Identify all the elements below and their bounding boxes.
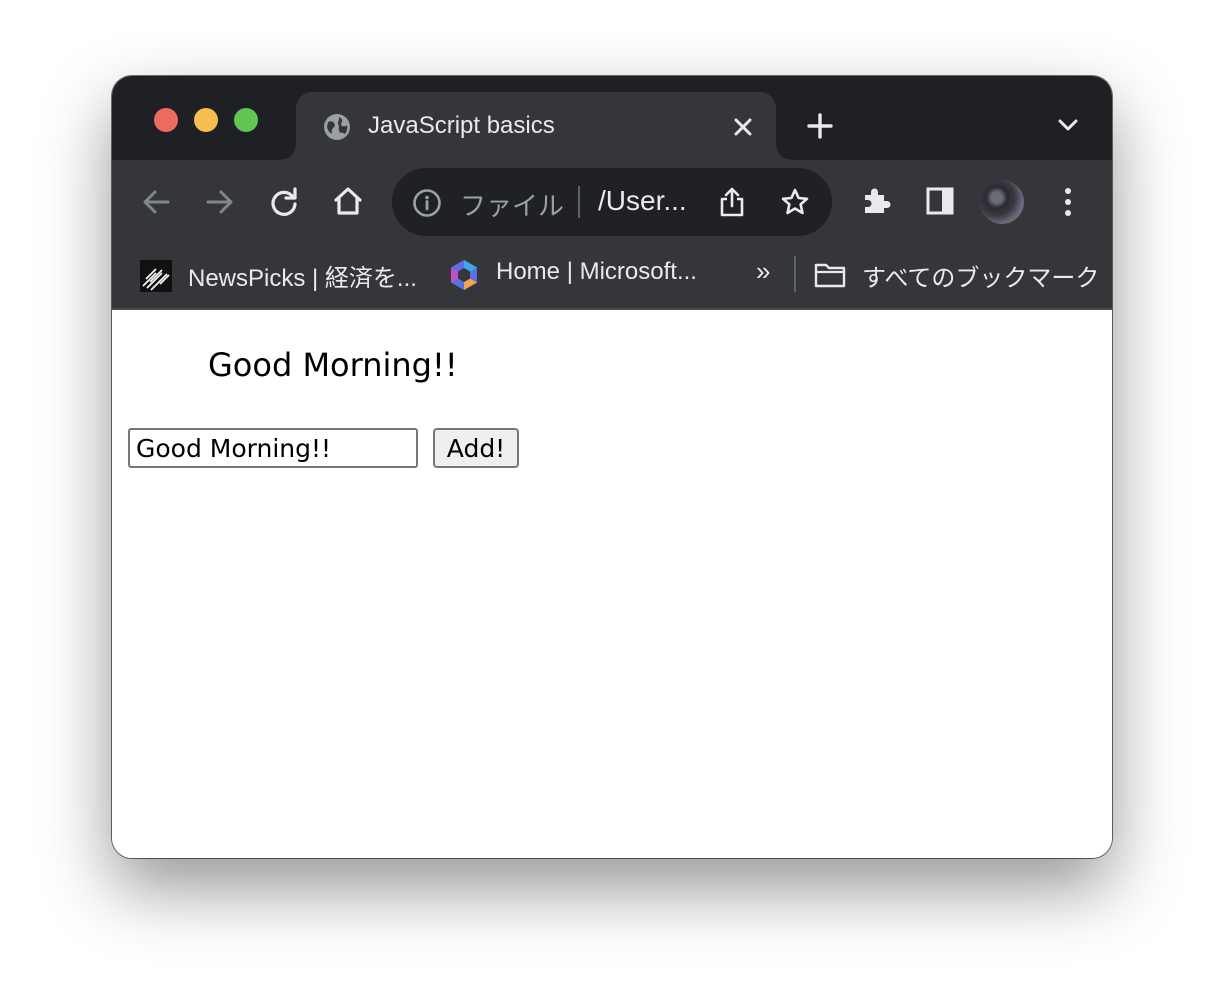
newspicks-favicon bbox=[140, 260, 172, 292]
minimize-window-button[interactable] bbox=[194, 108, 218, 132]
url-text[interactable]: /User... bbox=[598, 185, 687, 217]
zoom-window-button[interactable] bbox=[234, 108, 258, 132]
info-icon[interactable] bbox=[412, 188, 442, 218]
toolbar: ファイル /User... bbox=[112, 160, 1112, 244]
greeting-text: Good Morning!! bbox=[208, 346, 458, 384]
all-bookmarks-label: すべてのブックマーク bbox=[862, 265, 1100, 292]
share-icon[interactable] bbox=[718, 186, 746, 218]
folder-icon bbox=[814, 263, 846, 288]
bookmarks-divider bbox=[794, 256, 796, 292]
home-icon[interactable] bbox=[332, 185, 364, 217]
chevron-down-icon[interactable] bbox=[1056, 116, 1080, 134]
microsoft365-favicon bbox=[451, 260, 477, 290]
bookmark-star-icon[interactable] bbox=[780, 187, 810, 217]
omnibox-divider bbox=[578, 186, 580, 218]
profile-avatar[interactable] bbox=[980, 180, 1024, 224]
bookmark-label: Home | Microsoft... bbox=[496, 258, 697, 285]
reload-icon[interactable] bbox=[268, 186, 300, 218]
close-tab-icon[interactable] bbox=[732, 116, 754, 138]
bookmarks-bar: NewsPicks | 経済を... Home | Microsoft... »… bbox=[112, 244, 1112, 310]
address-bar[interactable]: ファイル /User... bbox=[392, 168, 832, 236]
new-tab-icon[interactable] bbox=[806, 112, 834, 140]
globe-icon bbox=[324, 114, 350, 140]
side-panel-icon[interactable] bbox=[924, 185, 956, 217]
extensions-puzzle-icon[interactable] bbox=[860, 184, 892, 216]
tab-javascript-basics[interactable]: JavaScript basics bbox=[280, 92, 792, 160]
bookmark-label: NewsPicks | 経済を... bbox=[188, 265, 417, 292]
bookmarks-overflow-button[interactable]: » bbox=[756, 256, 770, 287]
browser-window: JavaScript basics ファイル /User... NewsPick… bbox=[112, 76, 1112, 858]
forward-arrow-icon[interactable] bbox=[204, 186, 236, 218]
greeting-input[interactable] bbox=[128, 428, 418, 468]
tab-title: JavaScript basics bbox=[368, 112, 555, 139]
page-content: Good Morning!! Add! bbox=[112, 310, 1112, 858]
add-button[interactable]: Add! bbox=[433, 428, 519, 468]
close-window-button[interactable] bbox=[154, 108, 178, 132]
tab-strip: JavaScript basics bbox=[112, 76, 1112, 160]
more-menu-icon[interactable] bbox=[1056, 186, 1080, 218]
back-arrow-icon[interactable] bbox=[140, 186, 172, 218]
url-scheme-label: ファイル bbox=[460, 191, 565, 221]
